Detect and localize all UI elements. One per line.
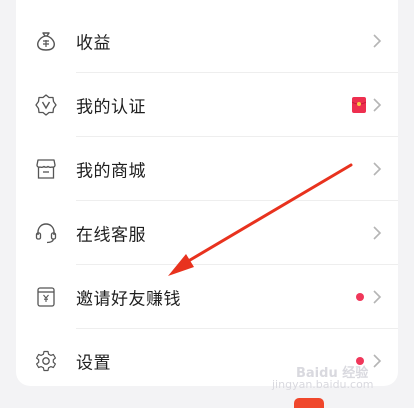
menu-item-label: 我的认证 xyxy=(76,97,146,118)
notification-dot xyxy=(356,293,364,301)
store-icon xyxy=(36,159,56,179)
menu-item-label: 收益 xyxy=(76,33,111,54)
menu-item-label: 我的商城 xyxy=(76,161,146,182)
menu-item-earnings[interactable]: 收益 xyxy=(16,9,398,73)
chevron-right-icon xyxy=(373,34,382,48)
certified-badge-icon xyxy=(35,94,57,116)
chevron-right-icon xyxy=(373,226,382,240)
menu-item-my-store[interactable]: 我的商城 xyxy=(16,137,398,201)
headset-icon xyxy=(35,223,57,244)
money-bag-icon xyxy=(37,32,55,51)
menu-card: 收益 我的认证 我的商城 在线客服 邀请好友赚钱 设置 xyxy=(16,0,398,386)
yuan-bag-icon xyxy=(37,287,55,307)
chevron-right-icon xyxy=(373,98,382,112)
chevron-right-icon xyxy=(373,162,382,176)
watermark-line2: jingyan.baidu.com xyxy=(272,378,374,391)
menu-item-label: 设置 xyxy=(76,353,111,374)
menu-item-online-service[interactable]: 在线客服 xyxy=(16,201,398,265)
menu-item-label: 邀请好友赚钱 xyxy=(76,289,181,310)
menu-item-certification[interactable]: 我的认证 xyxy=(16,73,398,137)
menu-item-label: 在线客服 xyxy=(76,225,146,246)
chevron-right-icon xyxy=(373,290,382,304)
red-envelope-icon xyxy=(352,97,366,113)
menu-item-invite-friends[interactable]: 邀请好友赚钱 xyxy=(16,265,398,329)
watermark: Baidu 经验 jingyan.baidu.com xyxy=(266,362,406,402)
gear-icon xyxy=(36,350,56,372)
